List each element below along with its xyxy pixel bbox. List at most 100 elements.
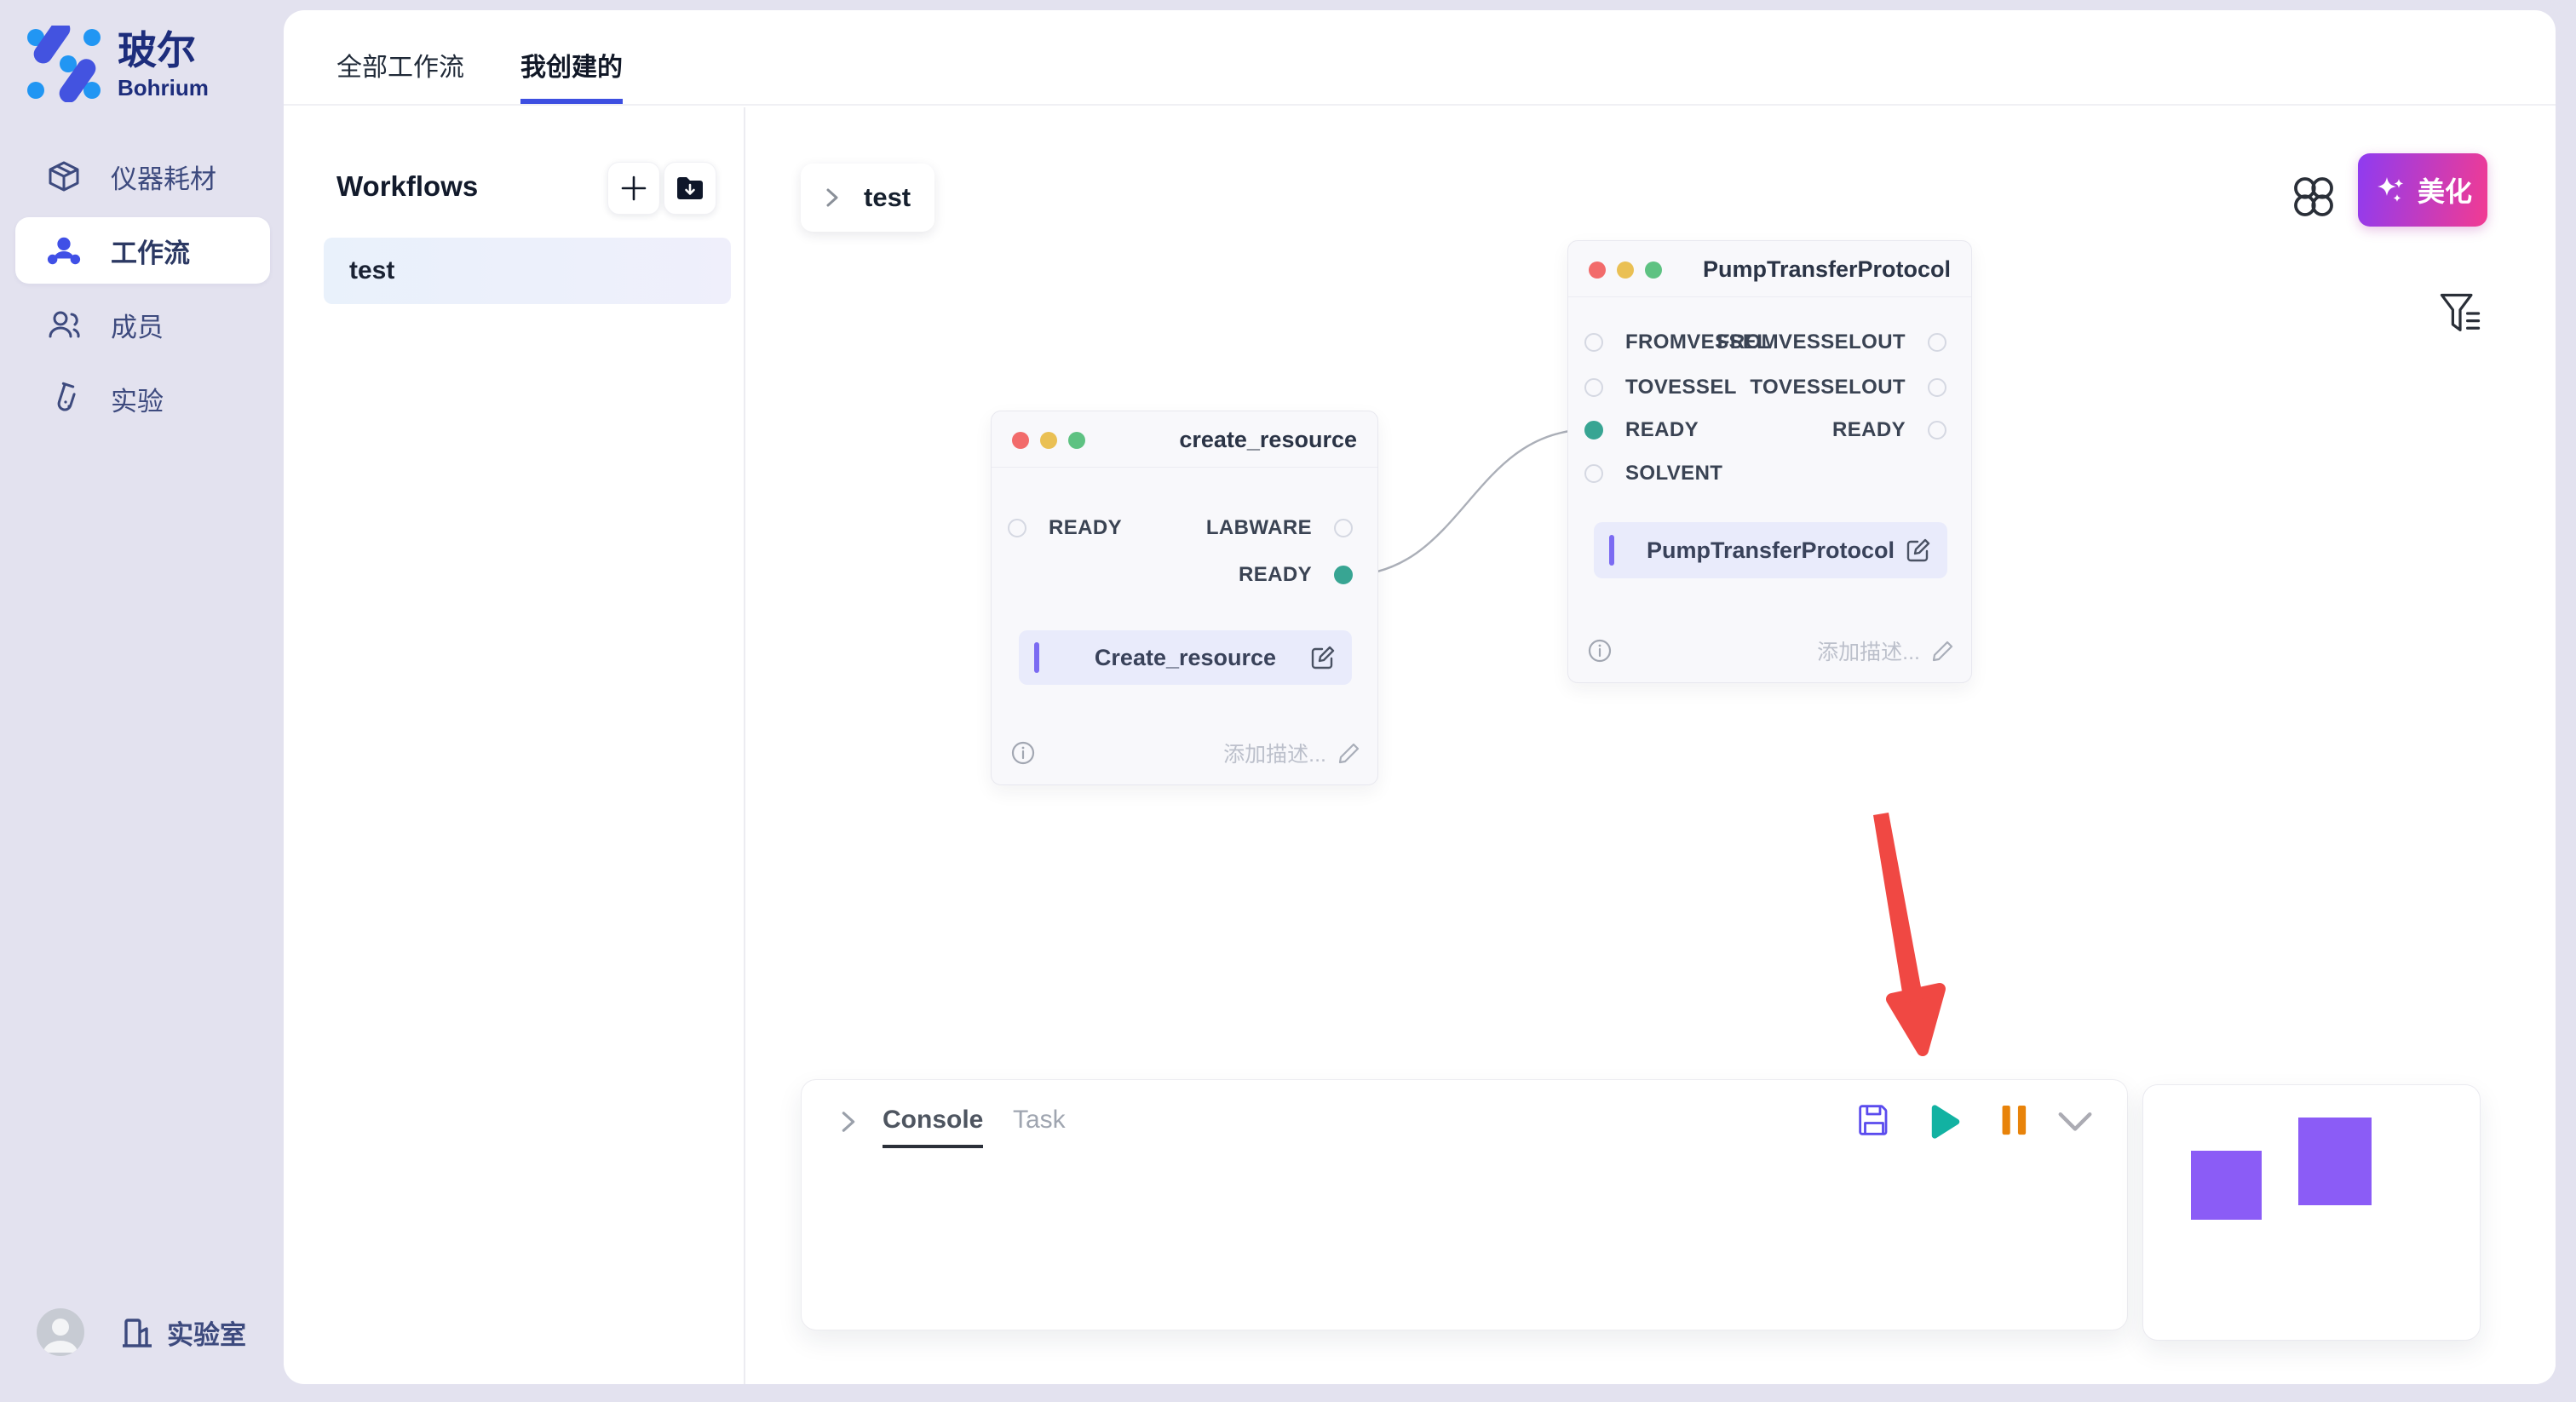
input-port-solvent[interactable]: SOLVENT xyxy=(1584,462,1722,486)
output-port-ready[interactable]: READY xyxy=(1832,418,1946,442)
edit-icon[interactable] xyxy=(1905,537,1932,564)
node-create-resource[interactable]: create_resource READY LABWARE READY Crea… xyxy=(991,411,1378,785)
node-footer: 添加描述... xyxy=(1587,636,1956,665)
sidebar-item-experiment[interactable]: 实验 xyxy=(15,365,270,432)
workspace-switcher[interactable]: 实验室 xyxy=(119,1313,246,1352)
import-folder-button[interactable] xyxy=(664,162,716,215)
building-icon xyxy=(119,1315,155,1351)
port-label: LABWARE xyxy=(1206,516,1312,540)
port-handle[interactable] xyxy=(1928,378,1946,397)
minimap-node-rect xyxy=(2298,1118,2372,1205)
node-pump-transfer-protocol[interactable]: PumpTransferProtocol FROMVESSEL TOVESSEL… xyxy=(1567,240,1972,683)
output-port-ready[interactable]: READY xyxy=(1239,563,1353,587)
node-title: PumpTransferProtocol xyxy=(1703,256,1951,283)
brand-logo: 玻尔 Bohrium xyxy=(26,26,209,102)
user-avatar[interactable] xyxy=(37,1308,84,1356)
workflow-tabbar: 全部工作流 我创建的 xyxy=(284,10,2556,106)
brand-name: 玻尔 xyxy=(118,26,209,75)
port-handle[interactable] xyxy=(1334,519,1353,537)
sidebar-item-consumables[interactable]: 仪器耗材 xyxy=(15,143,270,210)
node-title: create_resource xyxy=(1179,427,1357,453)
sidebar-item-label: 实验 xyxy=(111,380,164,418)
chevron-right-icon[interactable] xyxy=(834,1107,863,1136)
bohrium-logo-icon xyxy=(26,26,102,102)
command-icon[interactable] xyxy=(2289,172,2338,221)
workspace-label: 实验室 xyxy=(167,1313,246,1352)
port-label: READY xyxy=(1049,516,1122,540)
traffic-yellow-dot xyxy=(1617,261,1634,279)
sidebar: 玻尔 Bohrium 仪器耗材 工作流 xyxy=(0,0,284,1402)
description-placeholder[interactable]: 添加描述... xyxy=(1817,635,1920,666)
add-workflow-button[interactable] xyxy=(607,162,660,215)
filter-icon[interactable] xyxy=(2436,290,2484,337)
port-handle[interactable] xyxy=(1928,421,1946,440)
pill-accent-bar xyxy=(1609,535,1614,566)
port-label: SOLVENT xyxy=(1625,462,1722,486)
workflow-people-icon xyxy=(46,233,82,268)
workflows-list-panel: Workflows test xyxy=(284,107,745,1384)
tab-my-created[interactable]: 我创建的 xyxy=(520,46,623,104)
port-handle[interactable] xyxy=(1584,464,1603,483)
node-action-pill[interactable]: PumpTransferProtocol xyxy=(1594,522,1947,578)
beautify-label: 美化 xyxy=(2418,170,2472,210)
box-icon xyxy=(46,158,82,194)
port-label: READY xyxy=(1625,418,1699,442)
output-port-fromvesselout[interactable]: FROMVESSELOUT xyxy=(1717,330,1946,354)
console-panel: Console Task xyxy=(801,1079,2128,1330)
sparkles-icon xyxy=(2373,172,2409,208)
sidebar-item-workflow[interactable]: 工作流 xyxy=(15,217,270,284)
port-handle[interactable] xyxy=(1928,333,1946,352)
port-handle-connected[interactable] xyxy=(1334,566,1353,584)
minimap-node-rect xyxy=(2191,1151,2262,1220)
port-handle-connected[interactable] xyxy=(1584,421,1603,440)
main-panel: 全部工作流 我创建的 Workflows test xyxy=(284,10,2556,1384)
input-port-tovessel[interactable]: TOVESSEL xyxy=(1584,376,1737,399)
test-tube-icon xyxy=(46,381,82,417)
save-icon[interactable] xyxy=(1856,1102,1892,1138)
tab-all-workflows[interactable]: 全部工作流 xyxy=(336,46,464,104)
input-port-ready[interactable]: READY xyxy=(1008,516,1122,540)
sidebar-item-members[interactable]: 成员 xyxy=(15,291,270,358)
workflows-panel-title: Workflows xyxy=(336,170,478,203)
action-label: PumpTransferProtocol xyxy=(1647,537,1895,564)
port-handle[interactable] xyxy=(1584,378,1603,397)
tab-task[interactable]: Task xyxy=(1013,1106,1066,1135)
app-root: 玻尔 Bohrium 仪器耗材 工作流 xyxy=(0,0,2576,1402)
workflow-list-item-test[interactable]: test xyxy=(324,238,731,304)
edit-icon[interactable] xyxy=(1309,644,1337,671)
tab-console[interactable]: Console xyxy=(883,1106,983,1148)
pill-accent-bar xyxy=(1034,642,1039,673)
node-header: PumpTransferProtocol xyxy=(1568,241,1971,297)
workflow-canvas[interactable]: test 美化 xyxy=(745,107,2556,1384)
traffic-yellow-dot xyxy=(1040,432,1057,449)
sidebar-item-label: 仪器耗材 xyxy=(111,158,216,196)
input-port-ready[interactable]: READY xyxy=(1584,418,1699,442)
info-icon[interactable] xyxy=(1010,740,1036,766)
port-handle[interactable] xyxy=(1584,333,1603,352)
port-label: FROMVESSELOUT xyxy=(1717,330,1906,354)
run-icon[interactable] xyxy=(1924,1102,1964,1141)
plus-icon xyxy=(619,174,648,203)
description-placeholder[interactable]: 添加描述... xyxy=(1223,738,1326,768)
sidebar-item-label: 工作流 xyxy=(111,232,190,270)
port-handle[interactable] xyxy=(1008,519,1026,537)
breadcrumb-label: test xyxy=(864,182,911,213)
pause-icon[interactable] xyxy=(1998,1102,2032,1138)
beautify-button[interactable]: 美化 xyxy=(2358,153,2487,227)
node-action-pill[interactable]: Create_resource xyxy=(1019,630,1352,685)
output-port-tovesselout[interactable]: TOVESSELOUT xyxy=(1750,376,1946,399)
collapse-chevron-down-icon[interactable] xyxy=(2054,1109,2096,1136)
brand-subtitle: Bohrium xyxy=(118,75,209,101)
pencil-icon[interactable] xyxy=(1337,740,1362,766)
traffic-red-dot xyxy=(1589,261,1606,279)
sidebar-item-label: 成员 xyxy=(111,306,164,344)
pencil-icon[interactable] xyxy=(1930,638,1956,664)
output-port-labware[interactable]: LABWARE xyxy=(1206,516,1353,540)
port-label: TOVESSELOUT xyxy=(1750,376,1906,399)
info-icon[interactable] xyxy=(1587,638,1613,664)
traffic-red-dot xyxy=(1012,432,1029,449)
traffic-green-dot xyxy=(1645,261,1662,279)
breadcrumb[interactable]: test xyxy=(801,164,934,232)
members-icon xyxy=(46,307,82,342)
minimap[interactable] xyxy=(2142,1084,2481,1341)
